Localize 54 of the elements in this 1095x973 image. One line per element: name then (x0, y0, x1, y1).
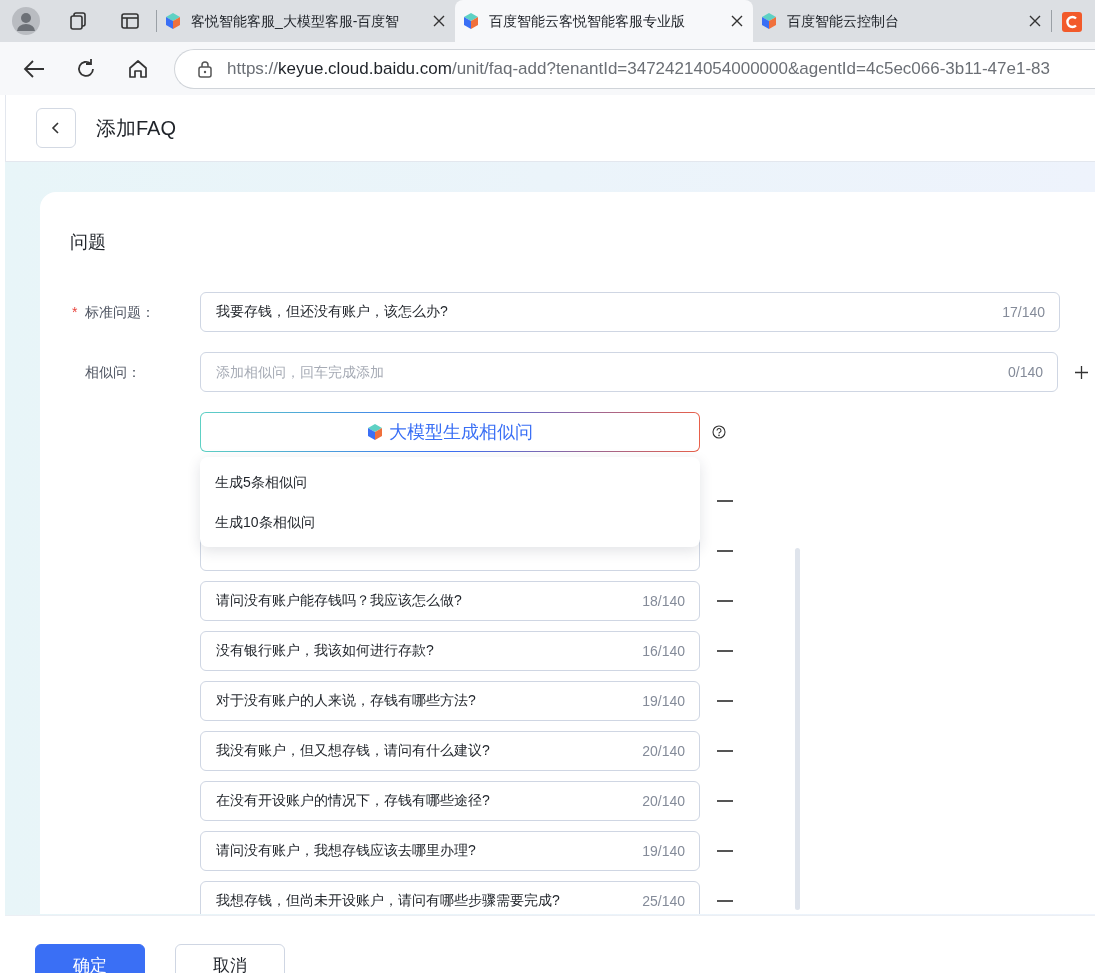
minus-icon (717, 600, 733, 602)
minus-icon (717, 750, 733, 752)
menu-item[interactable]: 生成5条相似问 (200, 462, 700, 502)
close-icon[interactable] (1029, 15, 1041, 27)
char-count: 18/140 (642, 592, 685, 610)
browser-tab[interactable]: 客悦智能客服_大模型客服-百度智 (157, 0, 455, 42)
plus-icon (1075, 365, 1088, 379)
browser-tab[interactable]: 百度智能云客悦智能客服专业版 (455, 0, 753, 42)
tab-collections-icon[interactable] (67, 10, 89, 32)
char-count: 19/140 (642, 692, 685, 710)
browser-tab[interactable]: 百度智能云控制台 (753, 0, 1051, 42)
field-label: 相似问： (85, 362, 141, 382)
char-count: 20/140 (642, 792, 685, 810)
char-count: 19/140 (642, 842, 685, 860)
site-icon (463, 12, 479, 30)
minus-icon (717, 650, 733, 652)
cube-icon (367, 423, 383, 441)
help-button[interactable] (712, 425, 726, 439)
minus-icon (717, 850, 733, 852)
minus-icon (717, 900, 733, 902)
site-icon (165, 12, 181, 30)
char-count: 17/140 (1002, 303, 1045, 321)
vertical-tabs-icon[interactable] (120, 11, 140, 31)
scrollbar[interactable] (795, 548, 800, 910)
confirm-button[interactable]: 确定 (35, 944, 145, 973)
back-icon[interactable] (23, 58, 45, 79)
char-count: 16/140 (642, 642, 685, 660)
close-icon[interactable] (731, 15, 743, 27)
url-text: https://keyue.cloud.baidu.com/unit/faq-add?tenantId=34724214054000000&agentId=4c5ec066-3b11-47e1-83 (227, 57, 1050, 80)
chevron-left-icon (51, 121, 61, 135)
page-title: 添加FAQ (96, 116, 176, 141)
close-icon[interactable] (433, 15, 445, 27)
field-label: 标准问题： (85, 302, 155, 322)
cancel-button[interactable]: 取消 (175, 944, 285, 973)
char-count: 20/140 (642, 742, 685, 760)
help-icon (712, 425, 726, 439)
minus-icon (717, 550, 733, 552)
add-button[interactable] (1075, 365, 1088, 379)
app-logo-icon (1062, 11, 1082, 32)
minus-icon (717, 500, 733, 502)
home-icon[interactable] (127, 57, 149, 80)
char-count: 0/140 (1007, 363, 1043, 381)
minus-icon (717, 800, 733, 802)
char-count: 25/140 (642, 892, 685, 910)
minus-icon (717, 700, 733, 702)
site-icon (761, 12, 777, 30)
generate-button[interactable]: 大模型生成相似问 (200, 412, 700, 452)
section-title: 问题 (70, 231, 107, 254)
lock-icon[interactable] (197, 59, 213, 78)
reload-icon[interactable] (75, 57, 97, 80)
address-bar[interactable]: https://keyue.cloud.baidu.com/unit/faq-add?tenantId=34724214054000000&agentId=4c5ec066-3b11-47e1-83 (174, 48, 1095, 89)
required-mark: * (71, 302, 79, 322)
menu-item[interactable]: 生成10条相似问 (200, 502, 700, 542)
avatar-icon[interactable] (12, 7, 40, 35)
